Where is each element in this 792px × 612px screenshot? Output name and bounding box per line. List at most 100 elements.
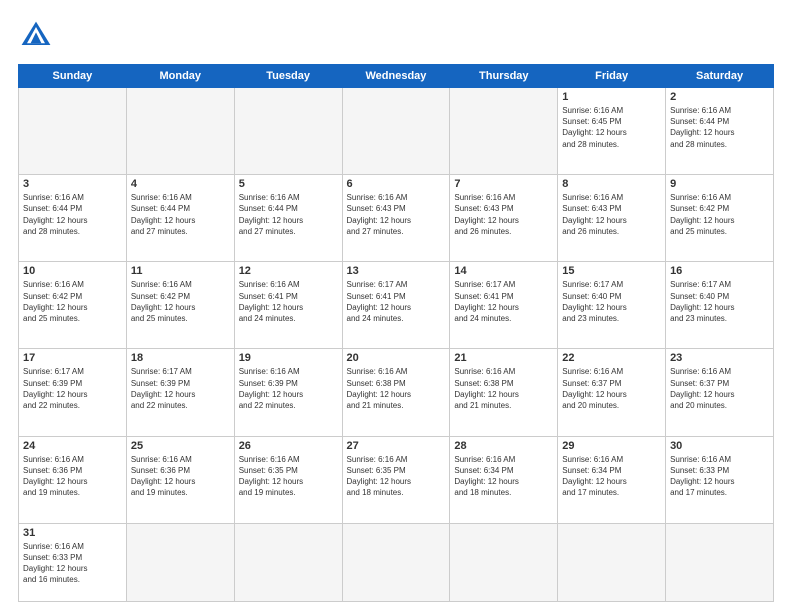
calendar-cell: 30 Sunrise: 6:16 AM Sunset: 6:33 PM Dayli… [666,436,774,523]
days-header-row: SundayMondayTuesdayWednesdayThursdayFrid… [19,65,774,88]
week-row-3: 17 Sunrise: 6:17 AM Sunset: 6:39 PM Dayli… [19,349,774,436]
day-number: 9 [670,178,769,190]
day-number: 30 [670,440,769,452]
calendar-cell: 21Sunrise: 6:16 AM Sunset: 6:38 PM Dayli… [450,349,558,436]
day-number: 17 [23,352,122,364]
calendar-cell [126,88,234,175]
day-info: Sunrise: 6:16 AM Sunset: 6:44 PM Dayligh… [670,105,769,150]
calendar-cell: 10 Sunrise: 6:16 AM Sunset: 6:42 PM Dayli… [19,262,127,349]
day-number: 8 [562,178,661,190]
week-row-1: 3 Sunrise: 6:16 AM Sunset: 6:44 PM Daylig… [19,175,774,262]
calendar-cell: 28 Sunrise: 6:16 AM Sunset: 6:34 PM Dayli… [450,436,558,523]
day-info: Sunrise: 6:17 AM Sunset: 6:41 PM Dayligh… [454,279,553,324]
day-number: 1 [562,91,661,103]
calendar-cell: 19 Sunrise: 6:16 AM Sunset: 6:39 PM Dayli… [234,349,342,436]
calendar-cell: 18 Sunrise: 6:17 AM Sunset: 6:39 PM Dayli… [126,349,234,436]
calendar-cell: 31 Sunrise: 6:16 AM Sunset: 6:33 PM Dayli… [19,523,127,601]
calendar-cell: 25Sunrise: 6:16 AM Sunset: 6:36 PM Dayli… [126,436,234,523]
day-number: 11 [131,265,230,277]
day-info: Sunrise: 6:16 AM Sunset: 6:43 PM Dayligh… [454,192,553,237]
day-number: 27 [347,440,446,452]
day-number: 3 [23,178,122,190]
day-number: 14 [454,265,553,277]
day-info: Sunrise: 6:16 AM Sunset: 6:35 PM Dayligh… [347,454,446,499]
day-number: 29 [562,440,661,452]
day-info: Sunrise: 6:16 AM Sunset: 6:38 PM Dayligh… [347,366,446,411]
day-info: Sunrise: 6:16 AM Sunset: 6:36 PM Dayligh… [23,454,122,499]
calendar: SundayMondayTuesdayWednesdayThursdayFrid… [18,64,774,602]
day-number: 26 [239,440,338,452]
calendar-cell: 29 Sunrise: 6:16 AM Sunset: 6:34 PM Dayli… [558,436,666,523]
day-number: 20 [347,352,446,364]
day-info: Sunrise: 6:17 AM Sunset: 6:40 PM Dayligh… [562,279,661,324]
calendar-cell: 4 Sunrise: 6:16 AM Sunset: 6:44 PM Daylig… [126,175,234,262]
day-info: Sunrise: 6:17 AM Sunset: 6:39 PM Dayligh… [23,366,122,411]
calendar-cell: 7 Sunrise: 6:16 AM Sunset: 6:43 PM Daylig… [450,175,558,262]
day-info: Sunrise: 6:16 AM Sunset: 6:45 PM Dayligh… [562,105,661,150]
calendar-cell [342,523,450,601]
calendar-cell: 1 Sunrise: 6:16 AM Sunset: 6:45 PM Daylig… [558,88,666,175]
day-info: Sunrise: 6:16 AM Sunset: 6:34 PM Dayligh… [454,454,553,499]
day-info: Sunrise: 6:16 AM Sunset: 6:41 PM Dayligh… [239,279,338,324]
calendar-cell: 15Sunrise: 6:17 AM Sunset: 6:40 PM Dayli… [558,262,666,349]
logo [18,18,60,54]
day-number: 10 [23,265,122,277]
calendar-cell: 14 Sunrise: 6:17 AM Sunset: 6:41 PM Dayli… [450,262,558,349]
day-number: 23 [670,352,769,364]
day-number: 21 [454,352,553,364]
day-info: Sunrise: 6:17 AM Sunset: 6:41 PM Dayligh… [347,279,446,324]
day-number: 5 [239,178,338,190]
day-number: 24 [23,440,122,452]
day-info: Sunrise: 6:16 AM Sunset: 6:43 PM Dayligh… [562,192,661,237]
calendar-cell [666,523,774,601]
day-number: 28 [454,440,553,452]
day-info: Sunrise: 6:16 AM Sunset: 6:39 PM Dayligh… [239,366,338,411]
day-number: 22 [562,352,661,364]
day-info: Sunrise: 6:16 AM Sunset: 6:35 PM Dayligh… [239,454,338,499]
week-row-2: 10 Sunrise: 6:16 AM Sunset: 6:42 PM Dayli… [19,262,774,349]
day-info: Sunrise: 6:16 AM Sunset: 6:43 PM Dayligh… [347,192,446,237]
calendar-cell: 13 Sunrise: 6:17 AM Sunset: 6:41 PM Dayli… [342,262,450,349]
calendar-cell: 5 Sunrise: 6:16 AM Sunset: 6:44 PM Daylig… [234,175,342,262]
day-info: Sunrise: 6:17 AM Sunset: 6:39 PM Dayligh… [131,366,230,411]
day-number: 2 [670,91,769,103]
calendar-cell: 11Sunrise: 6:16 AM Sunset: 6:42 PM Dayli… [126,262,234,349]
calendar-cell: 17 Sunrise: 6:17 AM Sunset: 6:39 PM Dayli… [19,349,127,436]
day-info: Sunrise: 6:16 AM Sunset: 6:33 PM Dayligh… [670,454,769,499]
day-number: 18 [131,352,230,364]
day-header-monday: Monday [126,65,234,88]
week-row-0: 1 Sunrise: 6:16 AM Sunset: 6:45 PM Daylig… [19,88,774,175]
day-header-thursday: Thursday [450,65,558,88]
calendar-cell: 26 Sunrise: 6:16 AM Sunset: 6:35 PM Dayli… [234,436,342,523]
day-info: Sunrise: 6:16 AM Sunset: 6:42 PM Dayligh… [23,279,122,324]
calendar-cell: 27 Sunrise: 6:16 AM Sunset: 6:35 PM Dayli… [342,436,450,523]
calendar-cell: 23 Sunrise: 6:16 AM Sunset: 6:37 PM Dayli… [666,349,774,436]
day-info: Sunrise: 6:16 AM Sunset: 6:37 PM Dayligh… [562,366,661,411]
calendar-cell [558,523,666,601]
calendar-cell: 16Sunrise: 6:17 AM Sunset: 6:40 PM Dayli… [666,262,774,349]
day-info: Sunrise: 6:16 AM Sunset: 6:44 PM Dayligh… [23,192,122,237]
day-header-saturday: Saturday [666,65,774,88]
day-header-tuesday: Tuesday [234,65,342,88]
calendar-cell: 22 Sunrise: 6:16 AM Sunset: 6:37 PM Dayli… [558,349,666,436]
day-number: 19 [239,352,338,364]
day-header-wednesday: Wednesday [342,65,450,88]
logo-icon [18,18,54,54]
calendar-cell: 2 Sunrise: 6:16 AM Sunset: 6:44 PM Daylig… [666,88,774,175]
calendar-cell: 3 Sunrise: 6:16 AM Sunset: 6:44 PM Daylig… [19,175,127,262]
calendar-cell: 9Sunrise: 6:16 AM Sunset: 6:42 PM Daylig… [666,175,774,262]
day-number: 4 [131,178,230,190]
day-info: Sunrise: 6:16 AM Sunset: 6:44 PM Dayligh… [131,192,230,237]
day-number: 31 [23,527,122,539]
day-number: 13 [347,265,446,277]
day-number: 7 [454,178,553,190]
day-info: Sunrise: 6:16 AM Sunset: 6:33 PM Dayligh… [23,541,122,586]
day-info: Sunrise: 6:16 AM Sunset: 6:34 PM Dayligh… [562,454,661,499]
day-info: Sunrise: 6:16 AM Sunset: 6:37 PM Dayligh… [670,366,769,411]
day-number: 6 [347,178,446,190]
day-info: Sunrise: 6:17 AM Sunset: 6:40 PM Dayligh… [670,279,769,324]
day-info: Sunrise: 6:16 AM Sunset: 6:36 PM Dayligh… [131,454,230,499]
day-info: Sunrise: 6:16 AM Sunset: 6:44 PM Dayligh… [239,192,338,237]
calendar-cell: 12Sunrise: 6:16 AM Sunset: 6:41 PM Dayli… [234,262,342,349]
calendar-cell [342,88,450,175]
